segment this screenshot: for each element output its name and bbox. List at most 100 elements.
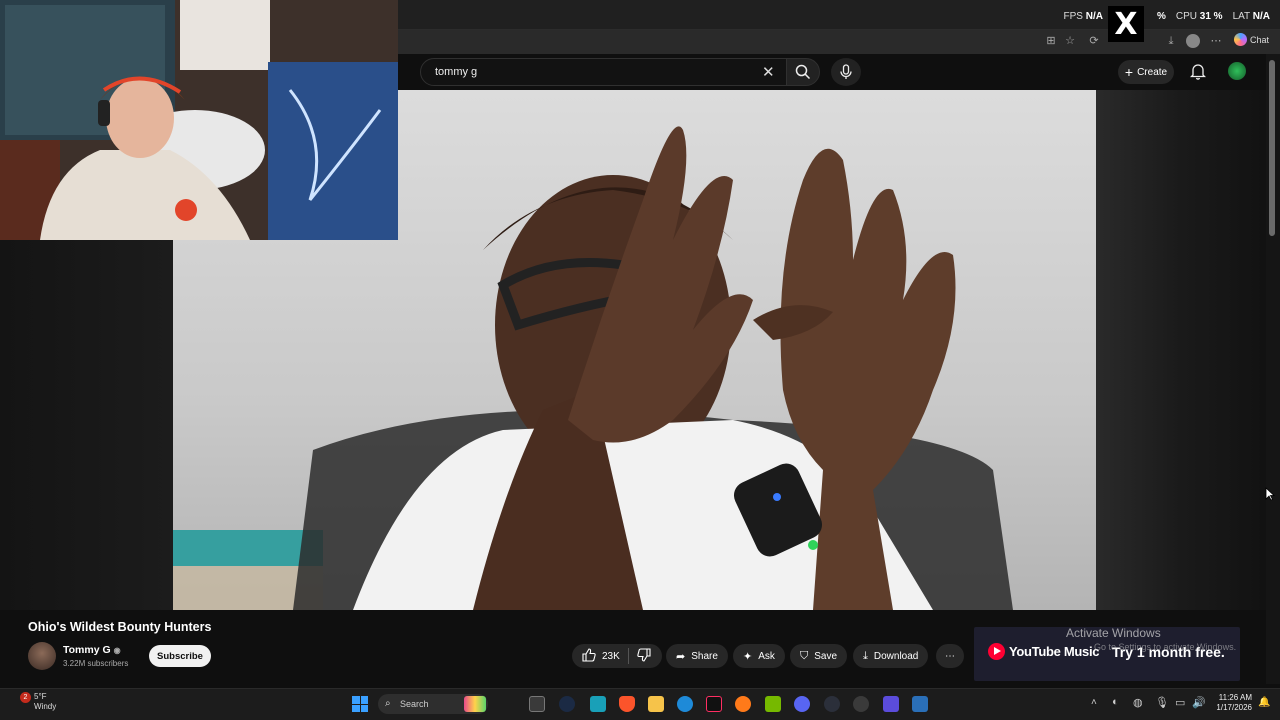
thumbs-up-icon: [582, 647, 596, 662]
channel-avatar[interactable]: [28, 642, 56, 670]
favorite-star-icon[interactable]: ☆: [1063, 34, 1077, 48]
fps-value: N/A: [1085, 11, 1103, 22]
subscribe-button[interactable]: Subscribe: [149, 645, 211, 667]
channel-name[interactable]: Tommy G ◉: [63, 644, 121, 656]
taskbar-search-icon: ⌕: [385, 698, 391, 709]
share-button[interactable]: ➦ Share: [666, 644, 728, 668]
like-count: 23K: [602, 650, 620, 662]
network-icon[interactable]: ◍: [1133, 696, 1143, 709]
clock-date: 1/17/2026: [1216, 703, 1252, 712]
microphone-icon: [840, 64, 852, 79]
download-arrow-icon: ⤓: [863, 649, 868, 662]
notepad-icon[interactable]: [590, 696, 606, 712]
performance-overlay: FPS N/A % CPU 31 % LAT N/A: [1063, 11, 1270, 22]
save-button[interactable]: ⛉ Save: [790, 644, 848, 668]
save-label: Save: [814, 650, 838, 662]
activate-windows-subtext: Go to Settings to activate Windows.: [1094, 642, 1237, 652]
more-dots-icon: ⋯: [945, 650, 955, 662]
lat-value: N/A: [1252, 11, 1270, 22]
notification-badge: 2: [20, 692, 31, 703]
download-label: Download: [873, 650, 919, 662]
firefox-icon[interactable]: [735, 696, 751, 712]
mouse-cursor-icon: [1265, 487, 1275, 501]
file-explorer-icon[interactable]: [648, 696, 664, 712]
display-icon[interactable]: ▭: [1175, 696, 1185, 709]
activate-windows-watermark: Activate Windows: [1066, 626, 1161, 640]
search-icon: [795, 64, 811, 80]
sparkle-icon: ✦: [743, 650, 753, 663]
bookmark-icon: ⛉: [800, 649, 809, 662]
gpu-value: %: [1156, 11, 1166, 22]
notifications-bell-icon[interactable]: [1190, 63, 1206, 80]
clock-time: 11:26 AM: [1218, 693, 1252, 702]
subscriber-count: 3.22M subscribers: [63, 659, 129, 668]
edge-icon[interactable]: [677, 696, 693, 712]
nvidia-icon[interactable]: [765, 696, 781, 712]
tray-overflow-icon[interactable]: ˄: [1091, 697, 1097, 708]
tiktok-icon[interactable]: [706, 696, 722, 712]
search-button[interactable]: [786, 58, 820, 86]
like-dislike-group: 23K: [572, 644, 662, 668]
copilot-icon: [1234, 33, 1247, 46]
monitor-app-icon[interactable]: [912, 696, 928, 712]
account-avatar[interactable]: [1228, 62, 1246, 80]
fps-label: FPS: [1063, 11, 1083, 22]
volume-icon[interactable]: 🔊: [1192, 696, 1206, 709]
notification-center-icon[interactable]: 🔔: [1258, 697, 1270, 708]
lat-label: LAT: [1232, 11, 1250, 22]
verified-icon: ◉: [113, 646, 121, 655]
theater-right-backdrop: [1096, 90, 1266, 610]
webcam-scene: [0, 0, 398, 240]
copilot-chat-button[interactable]: Chat: [1234, 33, 1269, 46]
chat-label: Chat: [1250, 34, 1270, 45]
ad-brand: YouTube Music: [1009, 644, 1100, 659]
download-button[interactable]: ⤓ Download: [853, 644, 929, 668]
x-logo-icon: X: [1108, 6, 1144, 42]
video-title: Ohio's Wildest Bounty Hunters: [28, 620, 212, 634]
chrome-icon[interactable]: [853, 696, 869, 712]
discord-icon[interactable]: [794, 696, 810, 712]
scrollbar-thumb[interactable]: [1269, 60, 1275, 236]
more-actions-button[interactable]: ⋯: [936, 644, 964, 668]
calendar-app-icon[interactable]: [883, 696, 899, 712]
extensions-icon[interactable]: ⟳: [1087, 34, 1101, 48]
system-clock[interactable]: 11:26 AM 1/17/2026: [1210, 693, 1252, 713]
share-label: Share: [691, 650, 718, 662]
create-button[interactable]: + Create: [1118, 60, 1174, 84]
cpu-value: 31 %: [1199, 11, 1223, 22]
weather-desc: Windy: [34, 702, 57, 711]
pen-tool-icon[interactable]: [824, 696, 840, 712]
weather-temp: 5°F: [34, 692, 47, 701]
download-icon[interactable]: ⤓: [1164, 34, 1178, 48]
like-button[interactable]: [582, 647, 596, 665]
voice-search-button[interactable]: [831, 58, 861, 86]
browser-address-bar[interactable]: [398, 30, 1280, 54]
steam-icon[interactable]: [559, 696, 575, 712]
windows-taskbar: [0, 688, 1280, 720]
task-view-icon[interactable]: [529, 696, 545, 712]
windows-start-icon[interactable]: [352, 696, 368, 712]
weather-widget[interactable]: 2 5°F Windy: [20, 692, 56, 712]
app-grid-icon[interactable]: ⊞: [1044, 34, 1058, 48]
tray-app-icon[interactable]: ◐: [1112, 696, 1119, 708]
streamer-webcam: [0, 0, 398, 240]
youtube-music-logo: YouTube Music: [988, 643, 1100, 660]
youtube-music-icon: [988, 643, 1005, 660]
dislike-button[interactable]: [637, 647, 651, 665]
share-icon: ➦: [676, 650, 686, 663]
like-divider: [627, 648, 629, 664]
taskbar-search-label: Search: [400, 699, 429, 709]
more-menu-icon[interactable]: ⋯: [1209, 34, 1223, 48]
brave-icon[interactable]: [619, 696, 635, 712]
channel-name-text: Tommy G: [63, 644, 111, 656]
ask-label: Ask: [758, 650, 775, 662]
search-input[interactable]: tommy g: [420, 58, 788, 86]
search-highlight-icon: [464, 696, 486, 712]
profile-avatar-icon[interactable]: [1186, 34, 1200, 48]
ask-button[interactable]: ✦ Ask: [733, 644, 785, 668]
cpu-label: CPU: [1175, 11, 1197, 22]
create-label: Create: [1137, 66, 1168, 78]
thumbs-down-icon: [637, 647, 651, 662]
clear-search-icon[interactable]: ✕: [762, 63, 775, 81]
microphone-tray-icon[interactable]: 🎙: [1155, 696, 1169, 709]
